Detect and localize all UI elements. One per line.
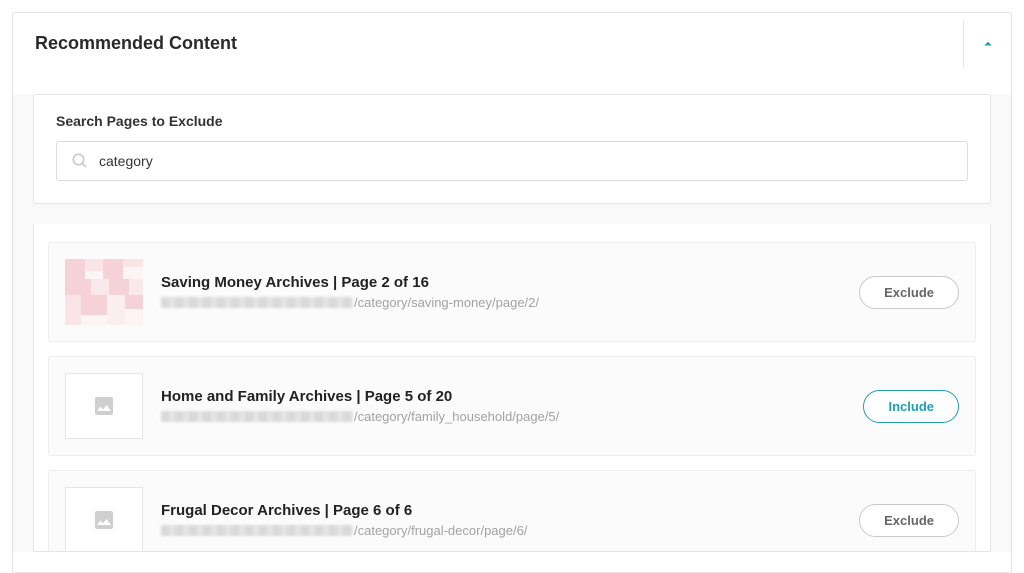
redacted-host: [161, 297, 353, 308]
panel-body: Search Pages to Exclude Saving Money Arc…: [13, 94, 1011, 552]
result-text: Saving Money Archives | Page 2 of 16 /ca…: [161, 274, 843, 310]
result-url-path: /category/frugal-decor/page/6/: [354, 523, 527, 538]
result-text: Frugal Decor Archives | Page 6 of 6 /cat…: [161, 502, 843, 538]
search-icon: [71, 152, 89, 170]
result-title: Saving Money Archives | Page 2 of 16: [161, 274, 843, 291]
result-url-path: /category/family_household/page/5/: [354, 409, 559, 424]
result-url-path: /category/saving-money/page/2/: [354, 295, 539, 310]
search-label: Search Pages to Exclude: [56, 113, 968, 129]
result-title: Home and Family Archives | Page 5 of 20: [161, 388, 847, 405]
recommended-content-panel: Recommended Content Search Pages to Excl…: [12, 12, 1012, 573]
result-row: Saving Money Archives | Page 2 of 16 /ca…: [48, 242, 976, 342]
result-url: /category/saving-money/page/2/: [161, 295, 843, 310]
panel-title: Recommended Content: [35, 33, 237, 54]
redacted-host: [161, 411, 353, 422]
result-text: Home and Family Archives | Page 5 of 20 …: [161, 388, 847, 424]
collapse-toggle[interactable]: [963, 20, 1011, 68]
search-section: Search Pages to Exclude: [33, 94, 991, 204]
search-input[interactable]: [99, 153, 953, 169]
result-row: Home and Family Archives | Page 5 of 20 …: [48, 356, 976, 456]
image-placeholder-icon: [92, 508, 116, 532]
redacted-host: [161, 525, 353, 536]
exclude-button[interactable]: Exclude: [859, 276, 959, 309]
chevron-up-icon: [979, 35, 997, 53]
panel-header: Recommended Content: [13, 13, 1011, 74]
image-placeholder-icon: [92, 394, 116, 418]
result-url: /category/family_household/page/5/: [161, 409, 847, 424]
result-url: /category/frugal-decor/page/6/: [161, 523, 843, 538]
results-list[interactable]: Saving Money Archives | Page 2 of 16 /ca…: [33, 224, 991, 552]
include-button[interactable]: Include: [863, 390, 959, 423]
result-thumbnail: [65, 373, 143, 439]
result-thumbnail: [65, 487, 143, 552]
result-title: Frugal Decor Archives | Page 6 of 6: [161, 502, 843, 519]
exclude-button[interactable]: Exclude: [859, 504, 959, 537]
search-input-wrap[interactable]: [56, 141, 968, 181]
result-thumbnail: [65, 259, 143, 325]
result-row: Frugal Decor Archives | Page 6 of 6 /cat…: [48, 470, 976, 552]
